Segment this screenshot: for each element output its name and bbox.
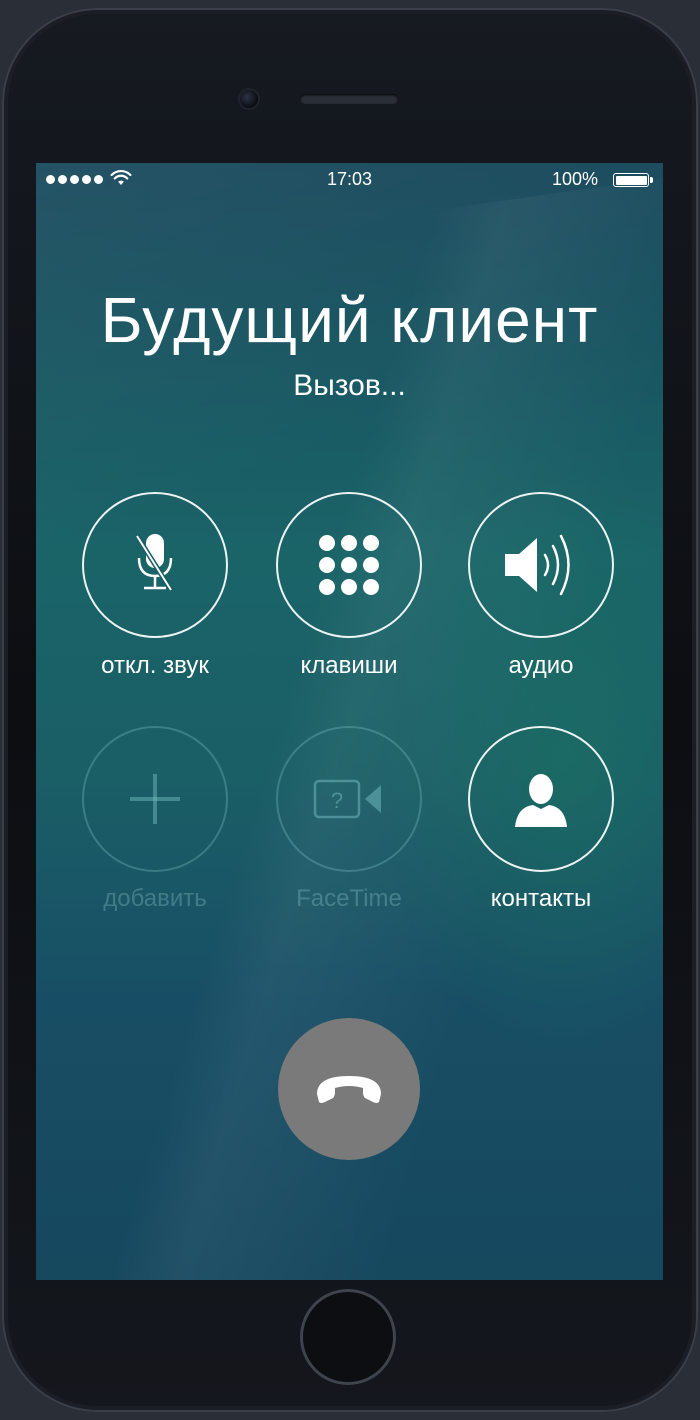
- mute-microphone-icon: [134, 534, 174, 592]
- call-screen: 17:03 100% Будущий клиент Вызов... откл.…: [36, 163, 663, 1280]
- audio-label: аудио: [508, 652, 574, 679]
- earpiece-speaker: [300, 94, 398, 104]
- svg-text:?: ?: [331, 788, 343, 813]
- keypad-icon: [319, 535, 379, 595]
- add-call-icon: [130, 774, 180, 824]
- contact-name: Будущий клиент: [100, 284, 599, 356]
- status-bar: 17:03 100%: [36, 163, 663, 197]
- facetime-button[interactable]: ?: [276, 726, 422, 872]
- contacts-icon: [515, 774, 567, 827]
- front-camera: [240, 90, 258, 108]
- facetime-label: FaceTime: [296, 885, 402, 912]
- contacts-label: контакты: [490, 885, 592, 912]
- mute-button[interactable]: [82, 492, 228, 638]
- battery-icon: [613, 173, 653, 187]
- keypad-label: клавиши: [300, 652, 398, 679]
- audio-button[interactable]: [468, 492, 614, 638]
- contacts-button[interactable]: [468, 726, 614, 872]
- end-call-button[interactable]: [278, 1018, 420, 1160]
- phone-frame: 17:03 100% Будущий клиент Вызов... откл.…: [2, 8, 698, 1412]
- facetime-icon: ?: [313, 779, 381, 819]
- add-call-label: добавить: [103, 885, 207, 912]
- hang-up-icon: [317, 1076, 381, 1103]
- add-call-button[interactable]: [82, 726, 228, 872]
- keypad-button[interactable]: [276, 492, 422, 638]
- home-button[interactable]: [300, 1289, 396, 1385]
- call-status: Вызов...: [293, 369, 406, 402]
- battery-percentage: 100%: [552, 169, 599, 189]
- mute-label: откл. звук: [101, 652, 209, 679]
- speaker-icon: [505, 534, 570, 596]
